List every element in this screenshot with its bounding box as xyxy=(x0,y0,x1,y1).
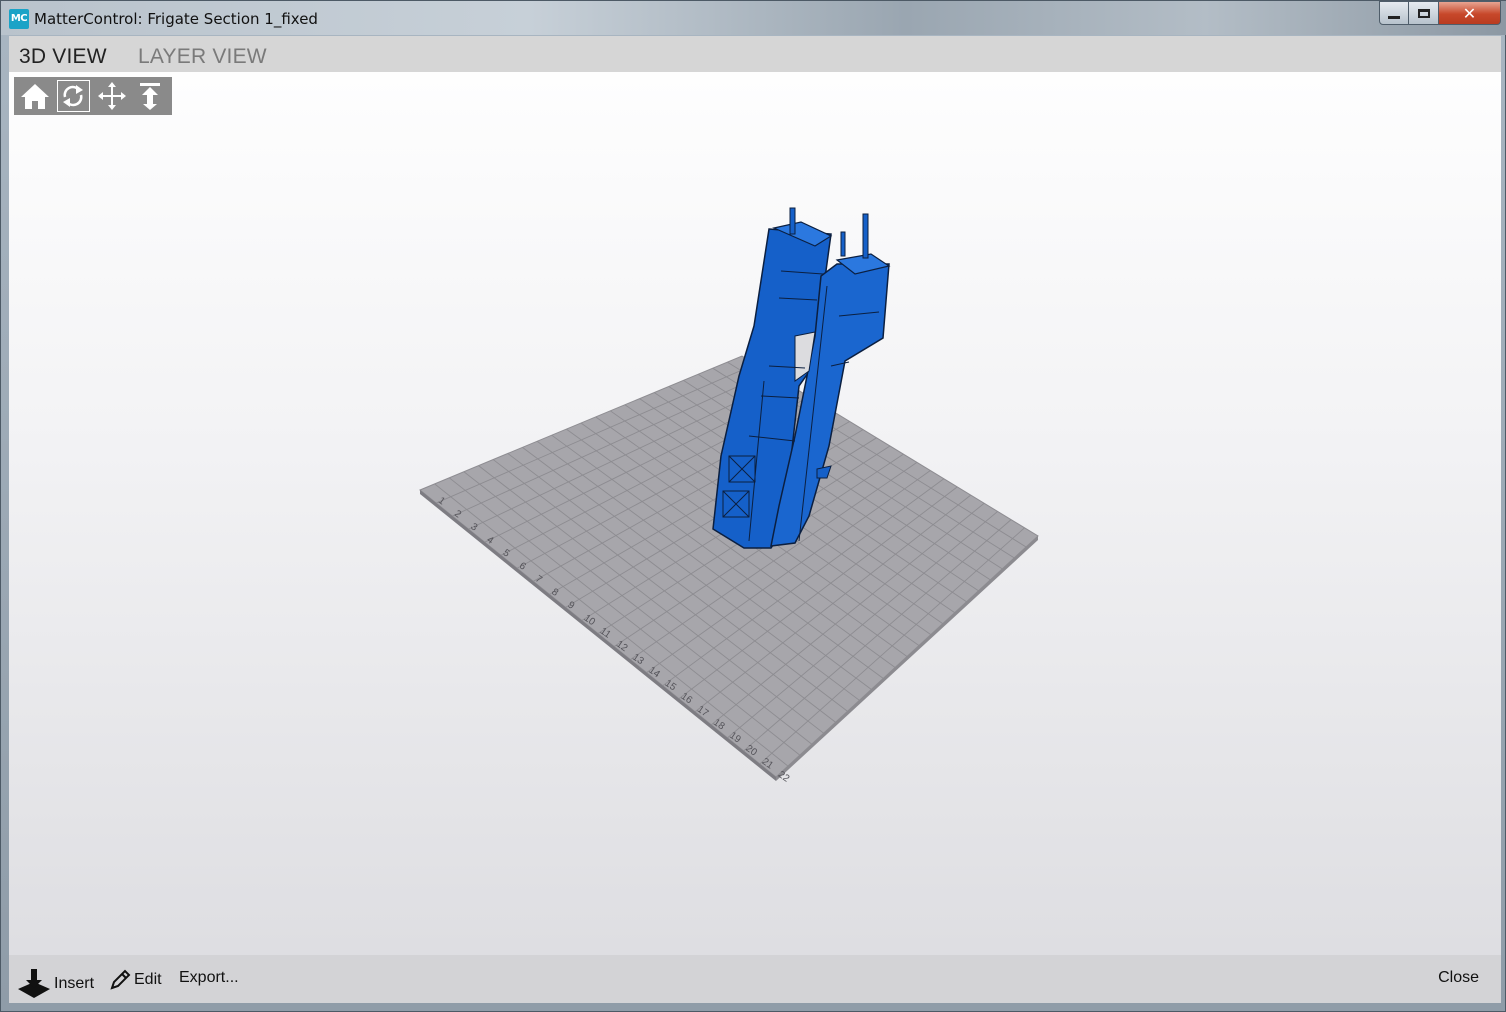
window-title: MatterControl: Frigate Section 1_fixed xyxy=(34,10,318,28)
close-button[interactable]: Close xyxy=(1438,969,1479,987)
close-label: Close xyxy=(1438,969,1479,986)
pencil-icon xyxy=(110,969,131,990)
view-tab-bar: 3D VIEW LAYER VIEW xyxy=(9,36,1501,72)
edit-label: Edit xyxy=(134,971,162,988)
insert-button[interactable]: Insert xyxy=(17,969,94,999)
title-bar[interactable]: MC MatterControl: Frigate Section 1_fixe… xyxy=(1,1,1506,35)
client-area: 1 2 3 4 5 6 7 8 9 10 11 12 13 14 15 16 17 18 19 20 21 22 xyxy=(9,36,1501,1003)
export-button[interactable]: Export... xyxy=(179,969,239,987)
zoom-mode-button[interactable] xyxy=(134,80,168,112)
close-icon: ✕ xyxy=(1462,3,1477,23)
tab-layer-view[interactable]: LAYER VIEW xyxy=(138,45,267,69)
3d-viewport[interactable]: 12345678910111213141516171819202122 xyxy=(9,36,1501,955)
rotate-mode-button[interactable] xyxy=(56,80,91,112)
maximize-button[interactable] xyxy=(1409,1,1439,25)
model-antenna-1 xyxy=(789,207,796,235)
window-controls: ✕ xyxy=(1379,1,1501,27)
minimize-icon xyxy=(1388,15,1400,19)
insert-label: Insert xyxy=(54,975,95,992)
move-mode-button[interactable] xyxy=(95,80,129,112)
home-icon xyxy=(20,84,49,109)
application-window: MC MatterControl: Frigate Section 1_fixe… xyxy=(0,0,1506,1012)
bottom-action-bar: Insert Edit Export... Close xyxy=(9,955,1501,1003)
tab-3d-view[interactable]: 3D VIEW xyxy=(19,45,107,69)
model-antenna-3 xyxy=(840,231,846,257)
home-view-button[interactable] xyxy=(18,80,52,112)
view-mode-toolbar xyxy=(14,77,172,115)
zoom-icon xyxy=(140,83,161,110)
move-icon xyxy=(97,82,126,110)
minimize-button[interactable] xyxy=(1379,1,1409,25)
maximize-icon xyxy=(1417,8,1430,18)
edit-button[interactable]: Edit xyxy=(109,969,162,991)
export-label: Export... xyxy=(179,969,239,986)
model-antenna-2 xyxy=(862,213,869,259)
app-logo-icon: MC xyxy=(9,9,29,29)
rotate-icon xyxy=(63,85,84,107)
close-window-button[interactable]: ✕ xyxy=(1439,1,1501,25)
insert-icon xyxy=(18,969,50,998)
